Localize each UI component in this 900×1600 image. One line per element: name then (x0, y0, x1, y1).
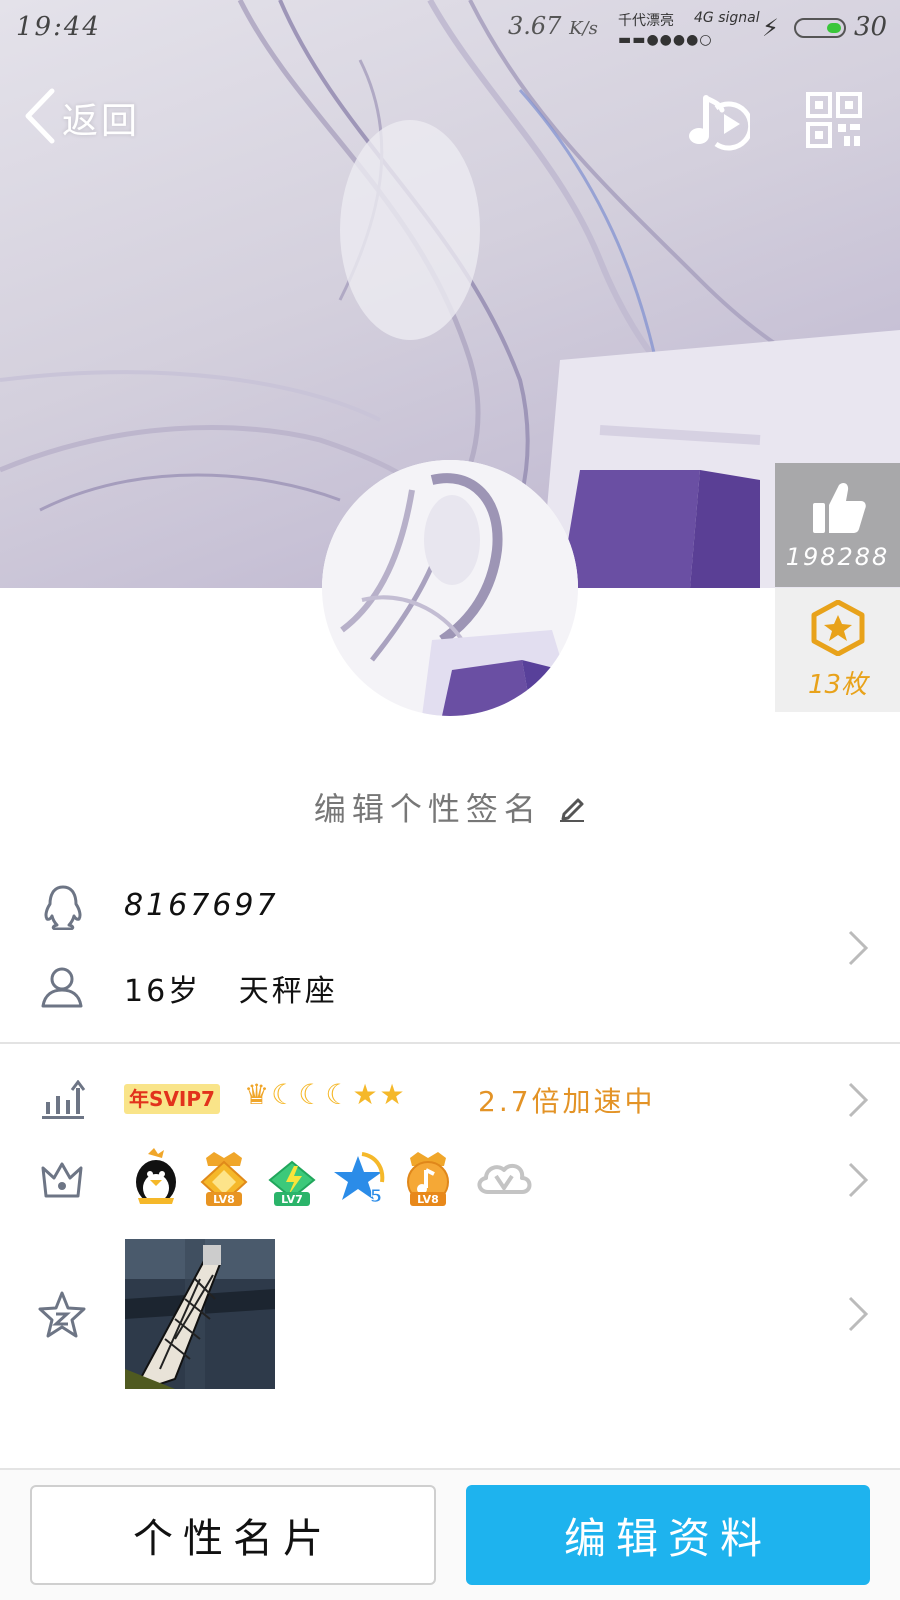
network-speed: 3.67 K/s (508, 12, 598, 40)
moon-icon: ☾ (325, 1078, 353, 1111)
back-button[interactable]: 返回 (22, 88, 140, 148)
network-type: 4G signal (694, 10, 760, 26)
age-zodiac: 16岁 天秤座 (124, 974, 338, 1009)
signature-prompt: 编辑个性签名 (313, 790, 542, 828)
edit-profile-button[interactable]: 编辑资料 (466, 1485, 870, 1585)
like-button[interactable]: 198288 (775, 463, 900, 587)
crown-icon: ♛ (244, 1078, 272, 1111)
growth-chart-icon (40, 1079, 86, 1124)
crown-medal-icon: LV8 (196, 1148, 252, 1208)
battery-level: 30 (854, 12, 888, 42)
edit-signature-button[interactable]: 编辑个性签名 (0, 784, 900, 830)
medal-count: 13枚 (807, 670, 868, 700)
battery-icon (794, 18, 846, 38)
star-icon: ★ (352, 1078, 380, 1111)
svg-text:LV7: LV7 (281, 1193, 303, 1206)
profile-card-button[interactable]: 个性名片 (30, 1485, 436, 1585)
star-medal-icon: 5 (332, 1148, 388, 1208)
svg-text:5: 5 (370, 1186, 383, 1207)
back-label: 返回 (62, 101, 141, 142)
crown-outline-icon (40, 1160, 84, 1204)
chevron-right-icon (846, 928, 870, 968)
chevron-right-icon (846, 1160, 870, 1200)
svip-badge: 年SVIP7 (124, 1084, 220, 1114)
star-icon: ★ (379, 1078, 407, 1111)
moon-icon: ☾ (298, 1078, 326, 1111)
avatar[interactable] (322, 460, 578, 716)
moon-icon: ☾ (271, 1078, 299, 1111)
qr-code-icon[interactable] (806, 92, 862, 148)
medal-wall-button[interactable]: 13枚 (775, 588, 900, 712)
status-time: 19:44 (16, 12, 101, 42)
vip-speed-text: 2.7倍加速中 (478, 1085, 656, 1118)
chevron-left-icon (22, 87, 56, 149)
music-medal-icon: LV8 (400, 1148, 456, 1208)
music-play-icon[interactable] (686, 88, 754, 152)
svg-text:LV8: LV8 (213, 1193, 235, 1206)
charging-icon: ⚡ (762, 14, 779, 42)
status-bar: 19:44 3.67 K/s 千代漂亮 4G signal ▬▬●●●●○ ⚡ … (0, 0, 900, 56)
lightning-medal-icon: LV7 (264, 1148, 320, 1208)
like-count: 198288 (785, 543, 890, 571)
svg-text:LV8: LV8 (417, 1193, 439, 1206)
signal-strength-icon: ▬▬●●●●○ (618, 32, 713, 48)
chevron-right-icon (846, 1294, 870, 1334)
qq-number: 8167697 (124, 888, 279, 923)
pencil-icon (558, 790, 586, 828)
vip-level-icons: ♛☾☾☾★★ (244, 1078, 407, 1111)
qq-penguin-icon (42, 884, 84, 934)
chevron-right-icon (846, 1080, 870, 1120)
thumbs-up-icon (811, 481, 867, 539)
carrier-name: 千代漂亮 (618, 13, 674, 29)
zone-star-icon (36, 1290, 88, 1344)
star-medal-icon (811, 599, 865, 660)
album-photo[interactable] (125, 1239, 275, 1389)
qq-penguin-medal-icon (128, 1148, 184, 1208)
divider (0, 1042, 900, 1044)
weiyun-cloud-icon (474, 1148, 532, 1208)
person-icon (40, 964, 84, 1012)
